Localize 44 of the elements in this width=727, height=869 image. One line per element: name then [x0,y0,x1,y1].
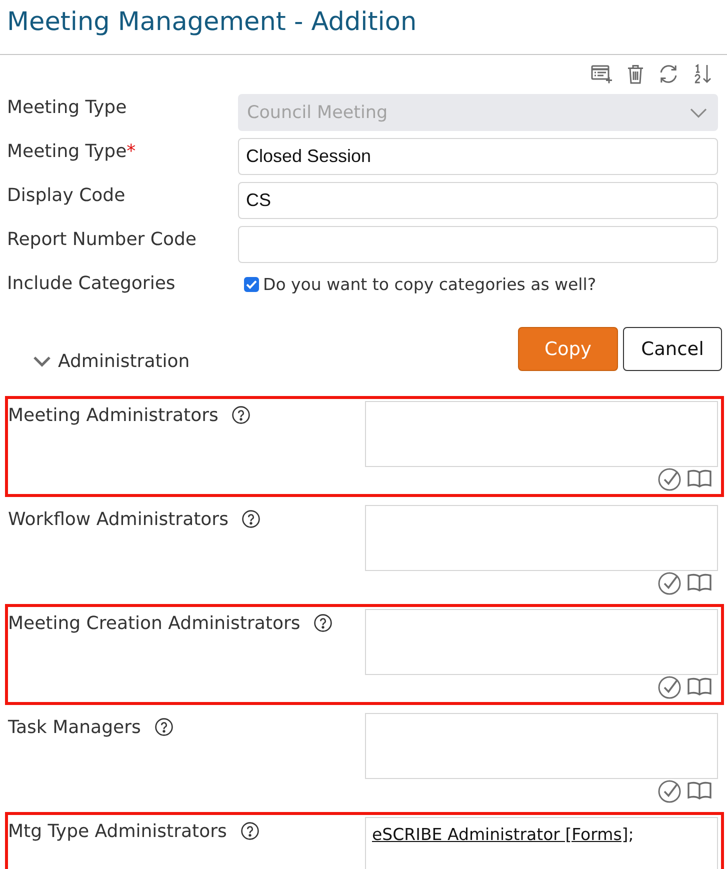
refresh-icon[interactable] [658,64,679,84]
chevron-down-icon [690,108,707,118]
field-label: Display Code [7,184,126,208]
check-circle-icon[interactable] [658,779,682,803]
input-field[interactable] [238,226,718,263]
input-field[interactable]: CS [238,182,718,219]
check-circle-icon[interactable] [658,571,682,595]
field-label: Include Categories [7,272,176,296]
section-toggle[interactable]: Administration [33,347,190,375]
text-area-field[interactable] [365,609,718,675]
check-circle-icon[interactable] [658,467,682,491]
check-circle-icon[interactable] [658,675,682,699]
help-icon[interactable] [232,406,250,424]
input-field[interactable]: Closed Session [238,138,718,175]
field-label: Workflow Administrators [8,508,228,530]
cancel-button[interactable]: Cancel [623,327,722,371]
sort-icon[interactable] [693,64,712,84]
field-label: Mtg Type Administrators [8,820,227,842]
help-icon[interactable] [242,510,260,528]
entry-link[interactable]: eSCRIBE Administrator [Forms] [372,825,628,844]
entry-list-text: eSCRIBE Administrator [Forms]; [372,825,634,844]
field-label: Meeting Administrators [8,404,218,426]
text-area-field[interactable] [365,713,718,779]
text-area-field[interactable] [365,401,718,467]
help-icon[interactable] [314,614,332,632]
book-icon[interactable] [687,677,712,697]
book-icon[interactable] [687,781,712,801]
checkbox[interactable] [244,276,259,292]
text-area-field[interactable] [365,505,718,571]
page-title: Meeting Management - Addition [7,6,417,39]
field-label: Meeting Type* [7,140,136,164]
field-label: Task Managers [8,716,141,738]
field-label: Report Number Code [7,228,197,252]
text-area-field[interactable]: eSCRIBE Administrator [Forms]; [365,817,718,869]
checkbox-label: Do you want to copy categories as well? [263,274,596,294]
field-label: Meeting Type [7,96,127,120]
add-list-icon[interactable] [591,64,613,84]
book-icon[interactable] [687,573,712,593]
chevron-down-icon [33,356,51,366]
field-label: Meeting Creation Administrators [8,612,300,634]
book-icon[interactable] [687,469,712,489]
trash-icon[interactable] [627,64,644,84]
help-icon[interactable] [154,718,173,736]
help-icon[interactable] [240,822,259,840]
